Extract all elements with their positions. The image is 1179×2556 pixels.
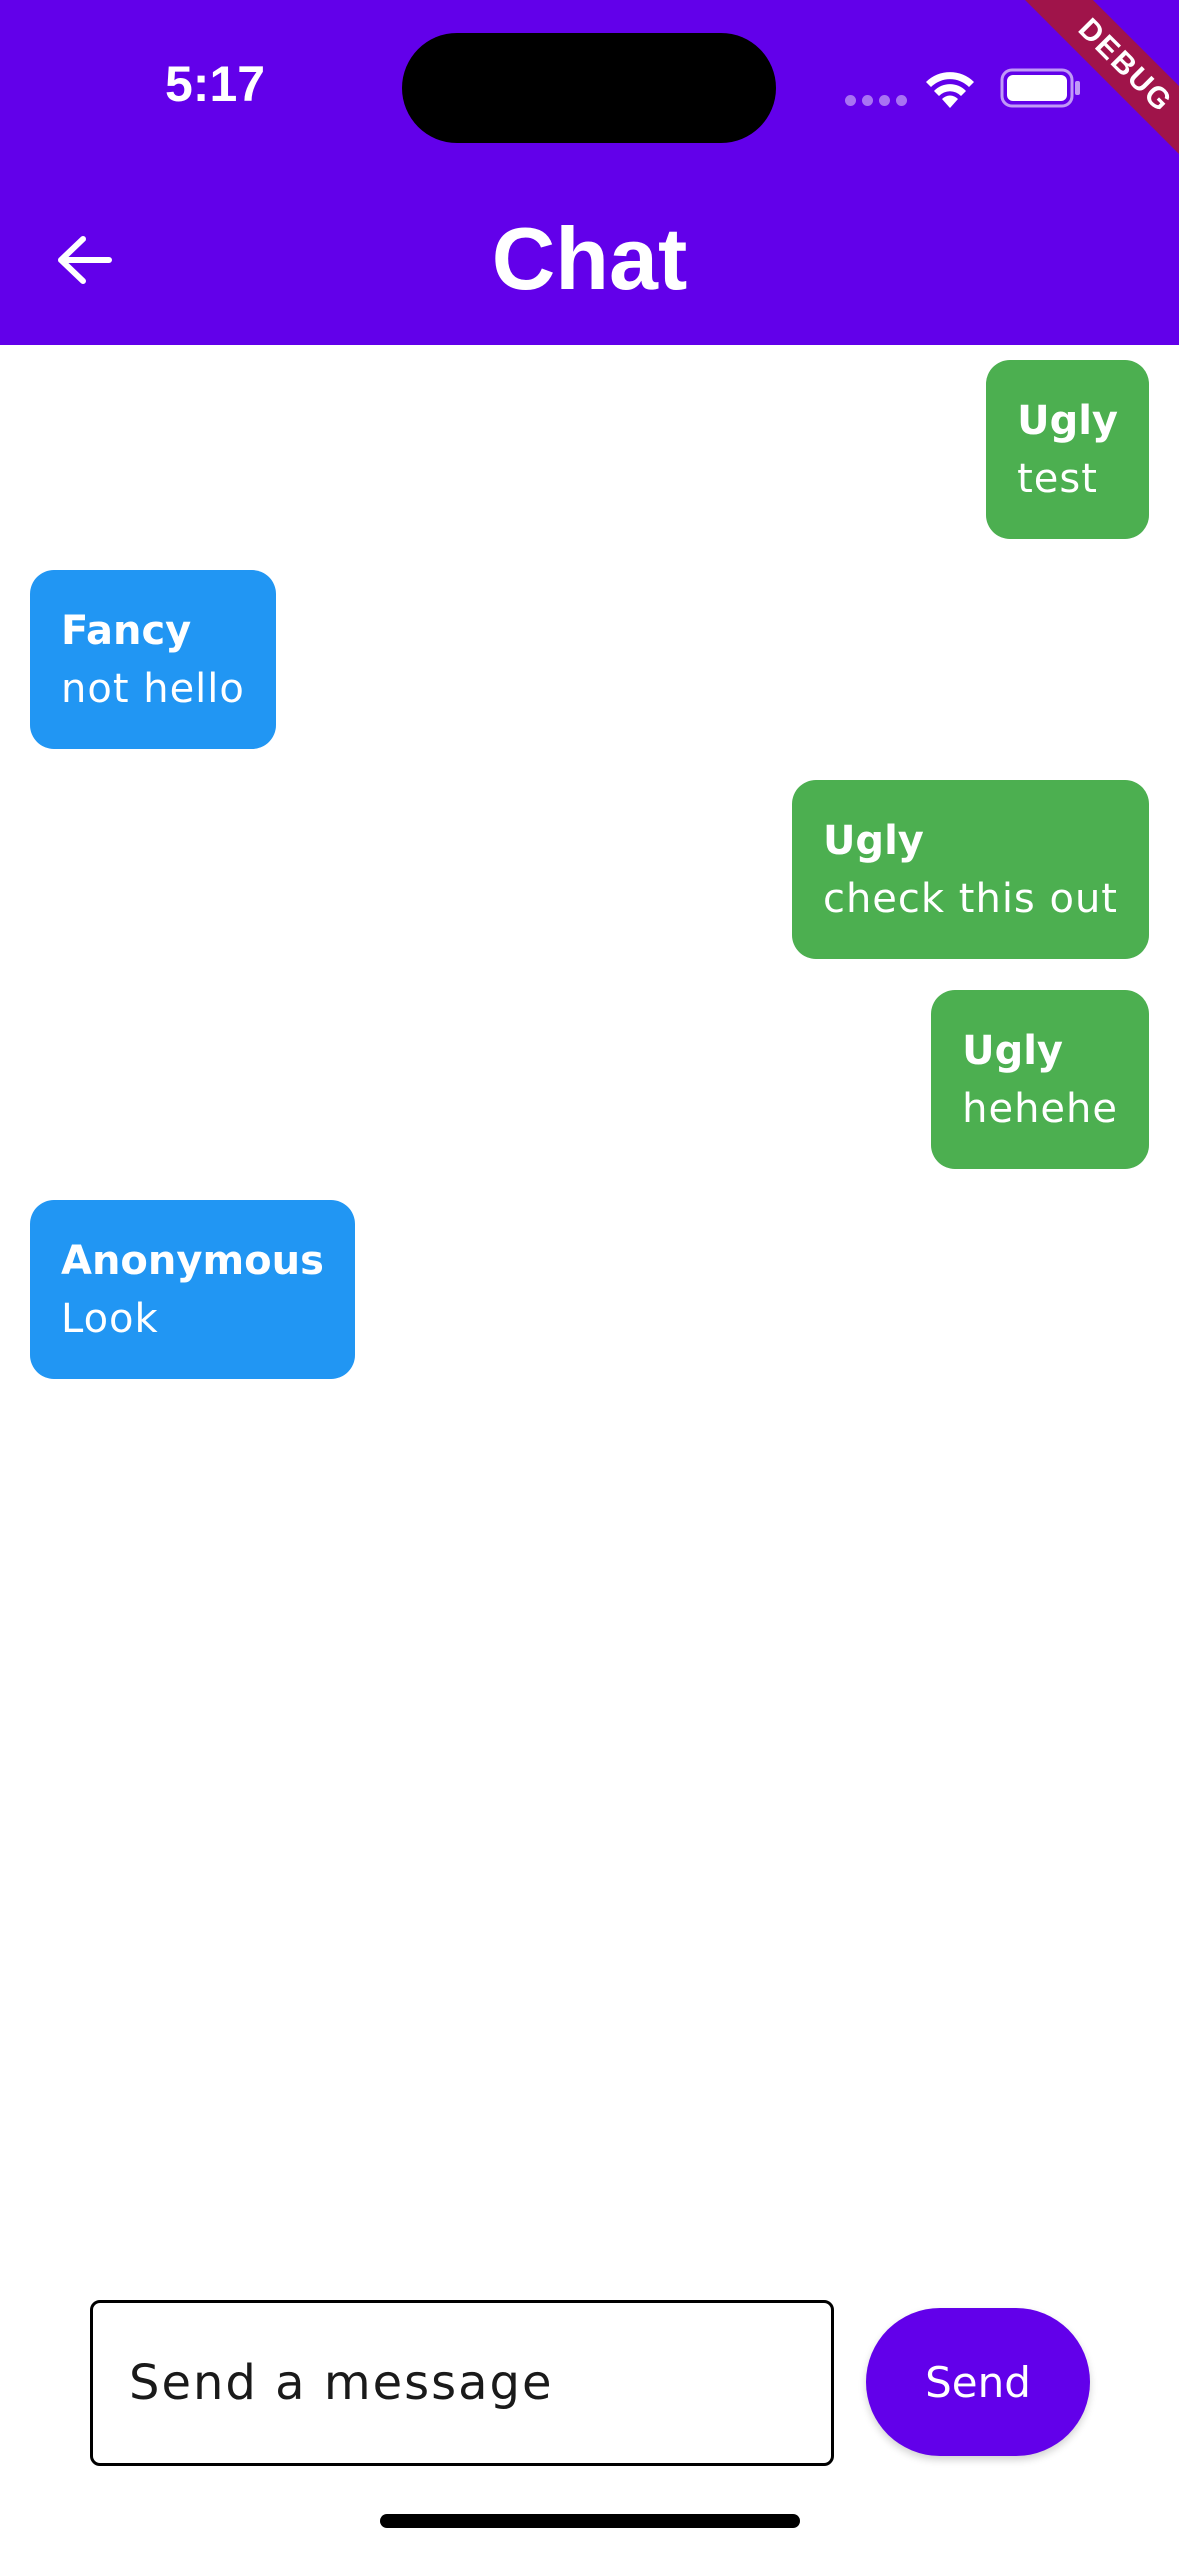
message-bubble: Ugly hehehe	[931, 990, 1149, 1169]
message-text: Look	[61, 1296, 159, 1342]
message-row: Ugly hehehe	[30, 990, 1149, 1169]
message-row: Ugly test	[30, 360, 1149, 539]
message-text: test	[1017, 456, 1098, 502]
message-sender: Anonymous	[61, 1238, 324, 1284]
message-row: Anonymous Look	[30, 1200, 1149, 1379]
message-bubble: Fancy not hello	[30, 570, 276, 749]
wifi-icon	[926, 72, 974, 108]
message-sender: Fancy	[61, 608, 192, 654]
message-bubble: Ugly check this out	[791, 780, 1149, 959]
chat-screen: 5:17 DEBUG Chat Ugly test Fancy not hell…	[0, 0, 1179, 2556]
message-sender: Ugly	[962, 1028, 1064, 1074]
dynamic-island	[402, 33, 776, 143]
status-time: 5:17	[165, 56, 266, 112]
send-button[interactable]: Send	[866, 2308, 1090, 2456]
message-bubble: Ugly test	[986, 360, 1149, 539]
message-text: check this out	[822, 876, 1118, 922]
home-indicator	[380, 2514, 800, 2528]
message-input[interactable]	[129, 2355, 795, 2411]
battery-icon	[1000, 68, 1080, 108]
cellular-signal-icon	[845, 95, 907, 106]
app-bar: 5:17 DEBUG Chat	[0, 0, 1179, 345]
message-sender: Ugly	[822, 818, 924, 864]
message-input-container[interactable]	[90, 2300, 834, 2466]
message-row: Ugly check this out	[30, 780, 1149, 959]
message-bubble: Anonymous Look	[30, 1200, 355, 1379]
message-text: hehehe	[962, 1086, 1118, 1132]
message-row: Fancy not hello	[30, 570, 1149, 749]
message-text: not hello	[61, 666, 245, 712]
message-sender: Ugly	[1017, 398, 1118, 444]
page-title: Chat	[491, 209, 688, 308]
message-list[interactable]: Ugly test Fancy not hello Ugly check thi…	[30, 360, 1149, 1410]
